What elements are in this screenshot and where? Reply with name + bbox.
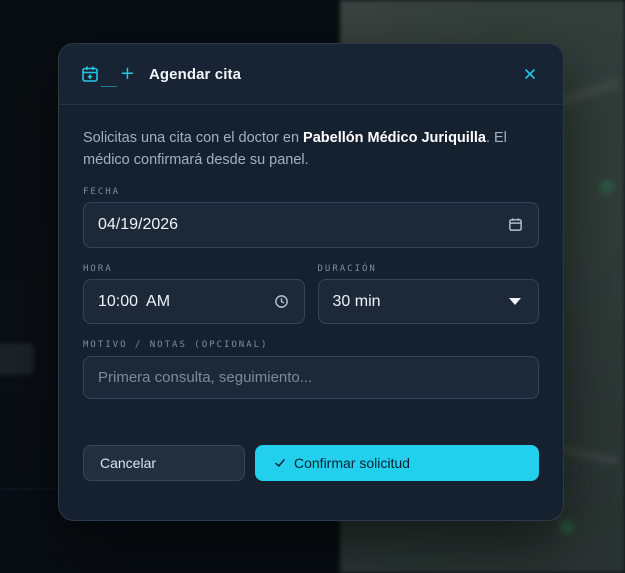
duration-label: DURACIÓN [317,264,377,274]
caret-down-icon [508,294,524,310]
cancel-button[interactable]: Cancelar [83,445,245,481]
time-value: 10:00 AM [98,292,171,310]
time-duration-row: HORA 10:00 AM DURACIÓN 30 min [83,264,539,324]
date-group: FECHA 04/19/2026 [83,187,539,248]
clinic-name: Pabellón Médico Juriquilla [303,130,486,146]
time-label: HORA [83,264,113,274]
date-value: 04/19/2026 [98,216,179,233]
calendar-plus-icon [81,65,99,83]
duration-group: DURACIÓN 30 min [317,264,539,324]
notes-label: MOTIVO / NOTAS (OPCIONAL) [83,340,269,350]
duration-value: 30 min [332,292,381,310]
dialog-title: Agendar cita [148,65,242,83]
time-input[interactable]: 10:00 AM [83,279,305,324]
confirm-request-button[interactable]: Confirmar solicitud [255,445,539,481]
description-text: Solicitas una cita con el doctor en [83,130,304,146]
close-button[interactable] [519,63,541,85]
clock-icon[interactable] [274,294,290,310]
calendar-icon[interactable] [508,217,524,233]
notes-placeholder: Primera consulta, seguimiento... [98,369,313,386]
date-label: FECHA [83,187,121,197]
notes-group: MOTIVO / NOTAS (OPCIONAL) Primera consul… [83,340,539,399]
dialog-body: Solicitas una cita con el doctor en Pabe… [59,105,563,399]
confirm-label: Confirmar solicitud [294,455,410,471]
date-input[interactable]: 04/19/2026 [83,202,539,248]
header-underscore-glyph: __ [101,71,117,87]
dialog-description: Solicitas una cita con el doctor en Pabe… [83,127,539,171]
cancel-label: Cancelar [100,455,157,471]
appointment-dialog: __ + Agendar cita Solicitas una cita con… [58,43,564,521]
dialog-header: __ + Agendar cita [59,44,563,105]
duration-select[interactable]: 30 min [317,279,539,324]
plus-icon: + [119,63,135,84]
notes-input[interactable]: Primera consulta, seguimiento... [83,356,539,399]
check-icon [274,457,286,469]
dialog-actions: Cancelar Confirmar solicitud [83,445,539,481]
time-group: HORA 10:00 AM [83,264,305,324]
close-icon [525,69,535,79]
